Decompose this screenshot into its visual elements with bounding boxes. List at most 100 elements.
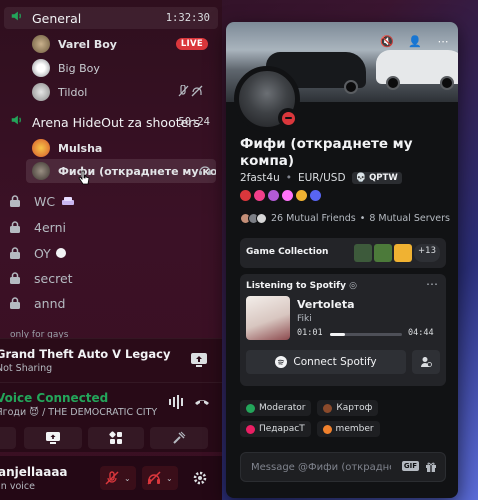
channel-oy[interactable]: OY: [8, 242, 66, 264]
badge-icon[interactable]: [296, 190, 307, 201]
deafen-button[interactable]: ⌄: [142, 466, 178, 490]
message-input[interactable]: [241, 453, 391, 481]
voice-member[interactable]: Varel Boy LIVE: [26, 32, 216, 56]
more-games-badge[interactable]: +13: [414, 244, 440, 262]
screen-share-button[interactable]: [24, 427, 82, 449]
voice-member[interactable]: Big Boy: [26, 56, 216, 80]
more-options-icon[interactable]: ⋯: [434, 32, 452, 50]
chevron-down-icon[interactable]: ⌄: [166, 474, 173, 483]
lock-icon: [10, 221, 20, 233]
channel-name: annd: [34, 295, 66, 311]
member-name: Tildol: [58, 85, 88, 99]
avatar: [32, 162, 50, 180]
voice-member[interactable]: Фифи (откраднете му компа): [26, 159, 216, 183]
disconnect-icon[interactable]: [194, 395, 210, 409]
duration-time: 04:44: [408, 328, 434, 338]
game-collection-card[interactable]: Game Collection +13: [240, 238, 446, 268]
badge-icon[interactable]: [282, 190, 293, 201]
spotify-header: Listening to Spotify ◎: [246, 281, 357, 291]
elapsed-time: 01:01: [297, 328, 323, 338]
spotify-icon: [275, 356, 288, 368]
mutual-servers[interactable]: 8 Mutual Servers: [369, 213, 450, 224]
lock-icon: [10, 297, 20, 309]
game-collection-title: Game Collection: [246, 247, 329, 257]
voice-channel-general[interactable]: General 1:32:30: [4, 7, 218, 29]
speaker-icon: [10, 113, 26, 131]
muted-deafened-icon: [178, 83, 204, 100]
album-art[interactable]: [246, 296, 290, 340]
chevron-down-icon[interactable]: ⌄: [124, 474, 131, 483]
mic-muted-icon: [105, 471, 119, 485]
badge-icon[interactable]: [254, 190, 265, 201]
user-status: In voice: [0, 481, 35, 492]
live-badge: LIVE: [175, 38, 208, 50]
voice-timer: 1:32:30: [165, 12, 210, 24]
banner-actions: 🔇 👤 ⋯: [378, 32, 452, 50]
guild-tag-badge[interactable]: 💀 QPTW: [351, 172, 402, 184]
voice-muted-icon[interactable]: 🔇: [378, 32, 396, 50]
activities-button[interactable]: [88, 427, 144, 449]
badge-icon[interactable]: [268, 190, 279, 201]
role-badge[interactable]: ПедарасТ: [240, 421, 311, 437]
role-color-dot: [323, 403, 333, 413]
connect-spotify-label: Connect Spotify: [293, 356, 377, 368]
game-icon[interactable]: [394, 244, 413, 262]
gift-icon[interactable]: [425, 461, 437, 473]
voice-location[interactable]: Ягоди 😈 / THE DEMOCRATIC CITY: [0, 407, 157, 418]
role-color-dot: [246, 403, 255, 413]
signal-icon[interactable]: [168, 395, 184, 409]
role-name: Moderator: [259, 403, 306, 413]
badge-icon[interactable]: [310, 190, 321, 201]
voice-timer: 50:24: [178, 116, 210, 128]
share-screen-icon[interactable]: [190, 351, 208, 369]
badge-icon[interactable]: [240, 190, 251, 201]
role-badge[interactable]: member: [316, 421, 380, 437]
voice-channel-name: General: [32, 10, 82, 26]
avatar: [32, 83, 50, 101]
channel-annd[interactable]: annd: [8, 292, 65, 314]
mutuals-row[interactable]: 26 Mutual Friends • 8 Mutual Servers: [240, 213, 450, 224]
game-icon[interactable]: [354, 244, 373, 262]
gear-icon[interactable]: [192, 470, 208, 486]
game-icon[interactable]: [374, 244, 393, 262]
gif-button[interactable]: GIF: [401, 461, 419, 471]
voice-channel-arena[interactable]: Arena HideOut za shooters 50:24: [4, 111, 218, 133]
spotify-small-icon: ◎: [349, 281, 357, 291]
channel-name: 4erni: [34, 219, 66, 235]
soundboard-button[interactable]: [150, 427, 208, 449]
banner-wheel: [440, 76, 454, 90]
song-title[interactable]: Vertoleta: [297, 298, 355, 311]
mutual-friends[interactable]: 26 Mutual Friends: [271, 213, 356, 224]
camera-button[interactable]: [0, 427, 16, 449]
member-name: Varel Boy: [58, 37, 117, 51]
more-options-icon[interactable]: ⋯: [426, 277, 438, 291]
profile-pronouns: EUR/USD: [297, 172, 346, 184]
channel-secret[interactable]: secret: [8, 267, 73, 289]
profile-username[interactable]: 2fast4u: [240, 172, 280, 184]
game-icons: +13: [354, 244, 440, 262]
user-panel: anjellaaaa In voice ⌄ ⌄: [0, 456, 222, 500]
user-name[interactable]: anjellaaaa: [0, 465, 68, 479]
channel-4erni[interactable]: 4erni: [8, 216, 66, 238]
role-badge[interactable]: Картоф: [317, 400, 379, 416]
voice-member[interactable]: Mulsha: [26, 136, 216, 160]
activity-subtitle: Not Sharing: [0, 363, 53, 374]
role-badge[interactable]: Moderator: [240, 400, 312, 416]
spotify-header-text: Listening to Spotify: [246, 281, 346, 291]
person-add-icon: [421, 357, 432, 367]
separator-dot: •: [359, 213, 366, 224]
message-box: GIF: [240, 452, 446, 482]
roles-list: Moderator Картоф ПедарасТ member: [240, 400, 450, 442]
role-color-dot: [322, 424, 332, 434]
banner-wheel: [386, 76, 400, 90]
member-name: Big Boy: [58, 61, 100, 75]
connect-spotify-button[interactable]: Connect Spotify: [246, 350, 406, 374]
lock-icon: [10, 272, 20, 284]
song-artist[interactable]: Fiki: [297, 314, 312, 324]
channel-wc[interactable]: WC: [8, 190, 75, 212]
mute-button[interactable]: ⌄: [100, 466, 136, 490]
voice-member[interactable]: Tildol: [26, 80, 216, 104]
listen-along-button[interactable]: [412, 350, 440, 374]
add-friend-icon[interactable]: 👤: [406, 32, 424, 50]
headphones-muted-icon: [147, 471, 161, 485]
